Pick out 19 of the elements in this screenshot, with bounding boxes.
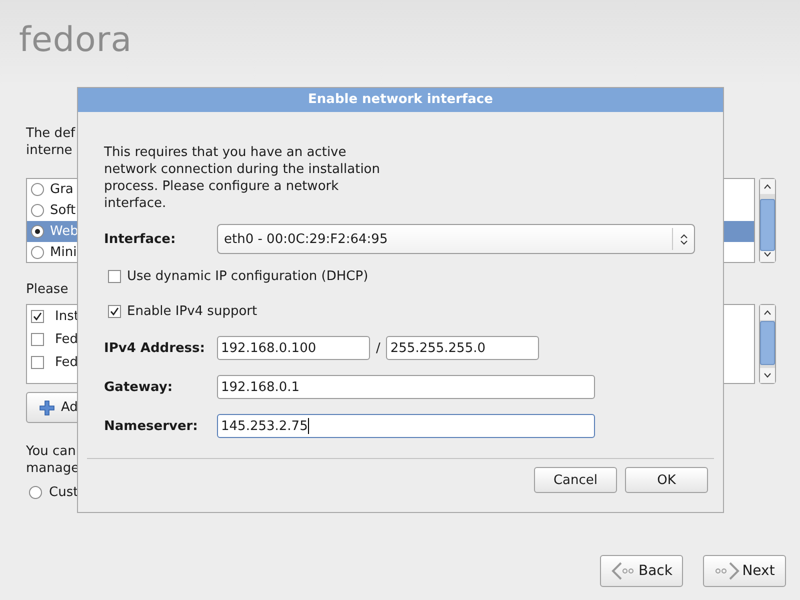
note-text: You can <box>26 443 76 460</box>
note-text: manage <box>26 460 80 477</box>
prompt-text: Please <box>26 281 68 298</box>
radio-label: Cust <box>49 484 78 501</box>
field-label: Nameserver: <box>104 418 199 434</box>
field-label: Gateway: <box>104 378 174 396</box>
separator-text: / <box>376 340 380 356</box>
field-label: IPv4 Address: <box>104 340 206 356</box>
checkbox-label: Use dynamic IP configuration (DHCP) <box>127 268 368 285</box>
field-label: Interface: <box>104 230 177 248</box>
checkbox-label: Enable IPv4 support <box>127 303 258 320</box>
dialog-message: This requires that you have an active network connection during the installation process. Please configure a network interface. <box>104 144 382 212</box>
intro-text: interne <box>26 142 72 159</box>
logo: fedora <box>19 20 132 60</box>
dialog-title-bar: Enable network interface <box>78 88 723 112</box>
intro-text: The def <box>26 125 76 142</box>
list-item-label: Fed <box>55 331 78 348</box>
list-item-label: Inst <box>55 308 79 325</box>
list-item-label: Fed <box>55 354 78 371</box>
